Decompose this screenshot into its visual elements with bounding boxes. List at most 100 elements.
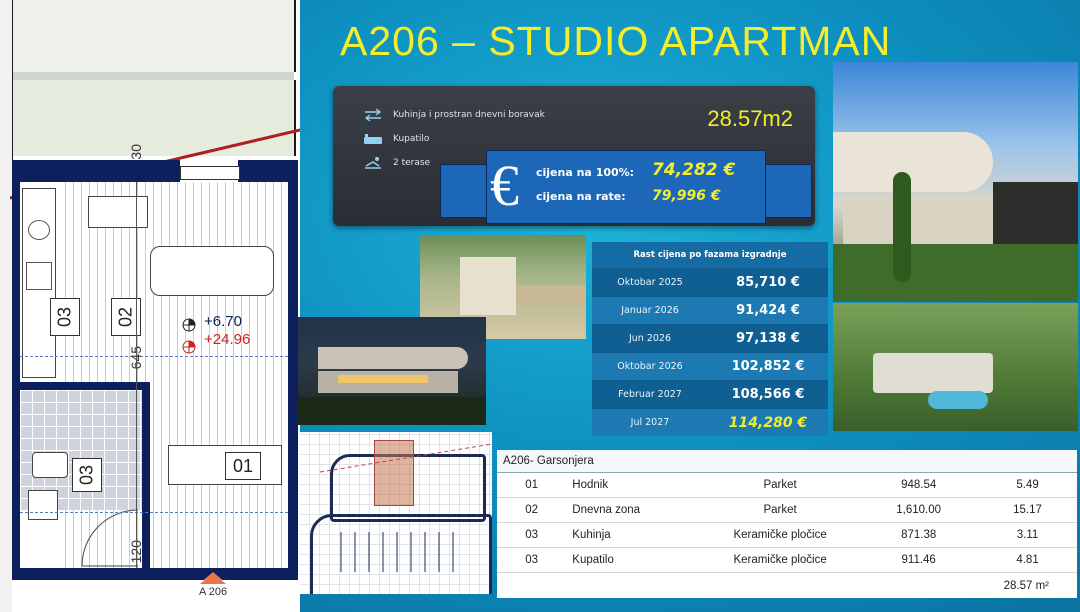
price-growth-month: Oktobar 2026 — [617, 361, 683, 372]
floor-plan: 03 02 03 01 30 645 120 +6.70 +24.96 A 20… — [0, 0, 300, 612]
price-rate-value: 79,996 € — [652, 188, 721, 204]
table-row: 02 Dnevna zona Parket 1,610.00 15.17 — [497, 498, 1077, 523]
feature-label: 2 terase — [393, 158, 431, 168]
wall-top-right — [238, 160, 294, 182]
dimension-30: 30 — [128, 144, 144, 160]
entrance-marker-icon — [200, 573, 226, 584]
site-plan-cutline — [319, 443, 492, 473]
wall-bottom — [12, 568, 298, 580]
feature-bathroom: Kupatilo — [363, 132, 429, 146]
aerial-photo — [833, 303, 1078, 431]
room-table-title: A206- Garsonjera — [497, 450, 1077, 473]
sunbed-icon — [365, 157, 381, 169]
price-growth-month: Jul 2027 — [630, 417, 670, 428]
feature-label: Kuhinja i prostran dnevni boravak — [393, 110, 545, 120]
room-floor: Parket — [763, 504, 797, 516]
price-growth-value: 102,852 € — [731, 359, 805, 374]
room-tag-03-kitchen: 03 — [50, 298, 80, 336]
price-growth-value: 114,280 € — [728, 414, 808, 431]
room-tag-03-bath: 03 — [72, 458, 102, 492]
level-marker-red-icon — [182, 340, 196, 354]
room-no: 01 — [525, 479, 539, 491]
wall-bath-top — [20, 382, 150, 390]
feature-terraces: 2 terase — [363, 156, 430, 170]
euro-icon: € — [490, 153, 519, 218]
building-photo-greenery — [833, 244, 1078, 302]
night-photo-floor-1 — [318, 347, 468, 369]
dining-table — [88, 196, 148, 228]
room-name: Kuhinja — [572, 529, 611, 541]
price-rate-label: cijena na rate: — [536, 190, 626, 203]
room-floor: Keramičke pločice — [733, 554, 827, 566]
wall-right — [288, 160, 298, 580]
price-growth-row: Jun 2026 97,138 € — [592, 324, 828, 352]
window-top — [180, 166, 240, 180]
price-growth-header: Rast cijena po fazama izgradnje — [592, 242, 828, 268]
room-value: 1,610.00 — [896, 504, 942, 516]
level-text-red: +24.96 — [204, 331, 251, 348]
plan-footer — [12, 580, 298, 612]
building-photo-tree — [893, 172, 911, 282]
price-growth-month: Februar 2027 — [618, 389, 682, 400]
table-row: 03 Kuhinja Keramičke pločice 871.38 3.11 — [497, 523, 1077, 548]
building-photo-floor-2 — [843, 194, 993, 244]
toilet-icon — [32, 452, 68, 478]
unit-label-footer: A 206 — [199, 586, 228, 598]
price-growth-month: Oktobar 2025 — [617, 277, 683, 288]
room-value: 911.46 — [901, 554, 936, 566]
price-full-label: cijena na 100%: — [536, 166, 635, 179]
sofa — [150, 246, 274, 296]
room-no: 03 — [525, 529, 539, 541]
room-no: 03 — [525, 554, 539, 566]
night-photo — [298, 317, 486, 425]
room-name: Kupatilo — [572, 554, 614, 566]
room-no: 02 — [525, 504, 539, 516]
price-full-value: 74,282 € — [652, 160, 736, 180]
room-floor: Keramičke pločice — [733, 529, 827, 541]
page-title: A206 – STUDIO APARTMAN — [340, 18, 892, 64]
room-floor: Parket — [763, 479, 797, 491]
room-name: Hodnik — [572, 479, 609, 491]
price-growth-row: Januar 2026 91,424 € — [592, 296, 828, 324]
night-photo-trees — [298, 397, 486, 425]
price-growth-month: Jun 2026 — [628, 333, 672, 344]
room-table-total: 28.57 m² — [1003, 580, 1049, 592]
table-row: 03 Kupatilo Keramičke pločice 911.46 4.8… — [497, 548, 1077, 573]
arrows-icon — [364, 108, 382, 122]
building-photo-floor-1 — [833, 132, 993, 192]
price-growth-value: 91,424 € — [736, 303, 800, 318]
basin-icon — [28, 490, 58, 520]
room-area: 15.17 — [1013, 504, 1042, 516]
building-photo — [833, 62, 1078, 302]
bathtub-icon — [364, 134, 382, 144]
price-ribbon: € cijena na 100%: 74,282 € cijena na rat… — [440, 150, 812, 224]
aerial-photo-pool — [928, 391, 988, 409]
price-growth-value: 85,710 € — [736, 275, 800, 290]
price-growth-row: Oktobar 2025 85,710 € — [592, 268, 828, 296]
table-row: 01 Hodnik Parket 948.54 5.49 — [497, 473, 1077, 498]
room-area: 4.81 — [1016, 554, 1039, 566]
level-marker-icon — [182, 318, 196, 332]
aerial-photo-building — [873, 353, 993, 393]
price-growth-table: Rast cijena po fazama izgradnje Oktobar … — [592, 242, 828, 436]
price-growth-month: Januar 2026 — [621, 305, 679, 316]
level-text: +6.70 — [204, 313, 242, 330]
ceiling-line-2 — [20, 356, 288, 357]
wall-left — [12, 160, 20, 580]
room-name: Dnevna zona — [572, 504, 641, 516]
villa-photo-terrace — [516, 285, 586, 305]
price-growth-value: 108,566 € — [731, 387, 805, 402]
feature-label: Kupatilo — [393, 134, 430, 144]
feature-kitchen: Kuhinja i prostran dnevni boravak — [363, 108, 545, 122]
price-growth-row: Februar 2027 108,566 € — [592, 380, 828, 408]
night-photo-lights — [338, 375, 428, 383]
room-area: 5.49 — [1016, 479, 1039, 491]
villa-photo-house — [460, 257, 516, 315]
site-plan — [300, 432, 492, 594]
price-growth-row: Oktobar 2026 102,852 € — [592, 352, 828, 380]
price-growth-row: Jul 2027 114,280 € — [592, 408, 828, 436]
room-value: 948.54 — [901, 479, 937, 491]
wall-top-left — [12, 160, 180, 182]
sink-icon — [28, 220, 50, 240]
room-table: A206- Garsonjera 01 Hodnik Parket 948.54… — [497, 450, 1077, 598]
